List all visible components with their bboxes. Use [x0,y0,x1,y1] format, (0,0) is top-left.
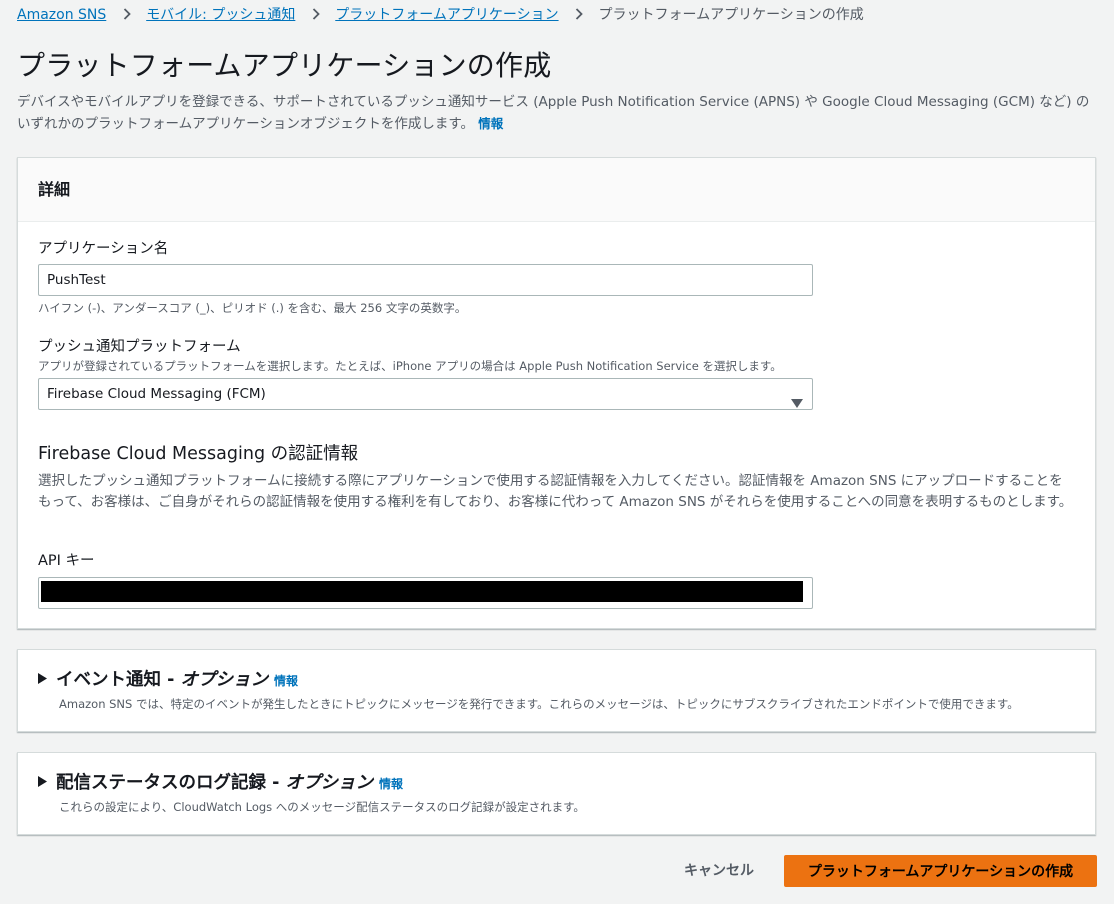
platform-label: プッシュ通知プラットフォーム [38,339,241,355]
breadcrumb-link-mobile-push[interactable]: モバイル: プッシュ通知 [146,7,295,23]
delivery-logging-title: 配信ステータスのログ記録 - [56,773,286,793]
breadcrumb-link-amazon-sns[interactable]: Amazon SNS [17,7,106,23]
event-notifications-section: イベント通知 - オプション 情報 Amazon SNS では、特定のイベントが発… [17,649,1096,732]
details-panel-header: 詳細 [18,158,1095,222]
delivery-logging-description: これらの設定により、CloudWatch Logs へのメッセージ配信ステータス… [59,800,585,814]
caret-down-icon [791,389,803,419]
caret-right-icon [38,770,47,794]
chevron-right-icon [312,6,320,24]
app-name-label: アプリケーション名 [38,241,169,257]
event-notifications-info-link[interactable]: 情報 [274,674,298,688]
credentials-heading: Firebase Cloud Messaging の認証情報 [38,444,359,464]
cancel-button[interactable]: キャンセル [670,855,768,887]
info-link[interactable]: 情報 [478,116,503,131]
event-notifications-description: Amazon SNS では、特定のイベントが発生したときにトピックにメッセージを… [59,697,1019,711]
chevron-right-icon [575,6,583,24]
delivery-logging-optional: オプション [285,773,373,793]
breadcrumb: Amazon SNS モバイル: プッシュ通知 プラットフォームアプリケーション… [17,6,864,24]
api-key-label: API キー [38,553,95,569]
delivery-logging-info-link[interactable]: 情報 [379,777,403,791]
platform-select-value: Firebase Cloud Messaging (FCM) [47,386,266,402]
create-platform-application-button[interactable]: プラットフォームアプリケーションの作成 [784,855,1097,887]
delivery-logging-toggle[interactable]: 配信ステータスのログ記録 - オプション 情報 [38,770,403,796]
platform-select[interactable]: Firebase Cloud Messaging (FCM) [38,378,813,410]
app-name-hint: ハイフン (-)、アンダースコア (_)、ピリオド (.) を含む、最大 256… [38,301,467,315]
details-panel: 詳細 アプリケーション名 ハイフン (-)、アンダースコア (_)、ピリオド (… [17,157,1096,629]
page-description: デバイスやモバイルアプリを登録できる、サポートされているプッシュ通知サービス (… [17,92,1097,135]
credentials-description: 選択したプッシュ通知プラットフォームに接続する際にアプリケーションで使用する認証… [38,473,1073,510]
page-title: プラットフォームアプリケーションの作成 [17,49,552,82]
redacted-value [41,581,803,602]
page-description-text: デバイスやモバイルアプリを登録できる、サポートされているプッシュ通知サービス (… [17,94,1090,132]
breadcrumb-current: プラットフォームアプリケーションの作成 [598,7,864,23]
breadcrumb-link-platform-applications[interactable]: プラットフォームアプリケーション [335,7,558,23]
event-notifications-title: イベント通知 - [56,670,181,690]
delivery-logging-section: 配信ステータスのログ記録 - オプション 情報 これらの設定により、CloudWa… [17,752,1096,835]
api-key-input[interactable] [38,577,813,609]
chevron-right-icon [123,6,131,24]
app-name-input[interactable] [38,264,813,296]
event-notifications-toggle[interactable]: イベント通知 - オプション 情報 [38,667,298,693]
platform-hint: アプリが登録されているプラットフォームを選択します。たとえば、iPhone アプ… [38,359,782,373]
event-notifications-optional: オプション [180,670,268,690]
caret-right-icon [38,667,47,691]
